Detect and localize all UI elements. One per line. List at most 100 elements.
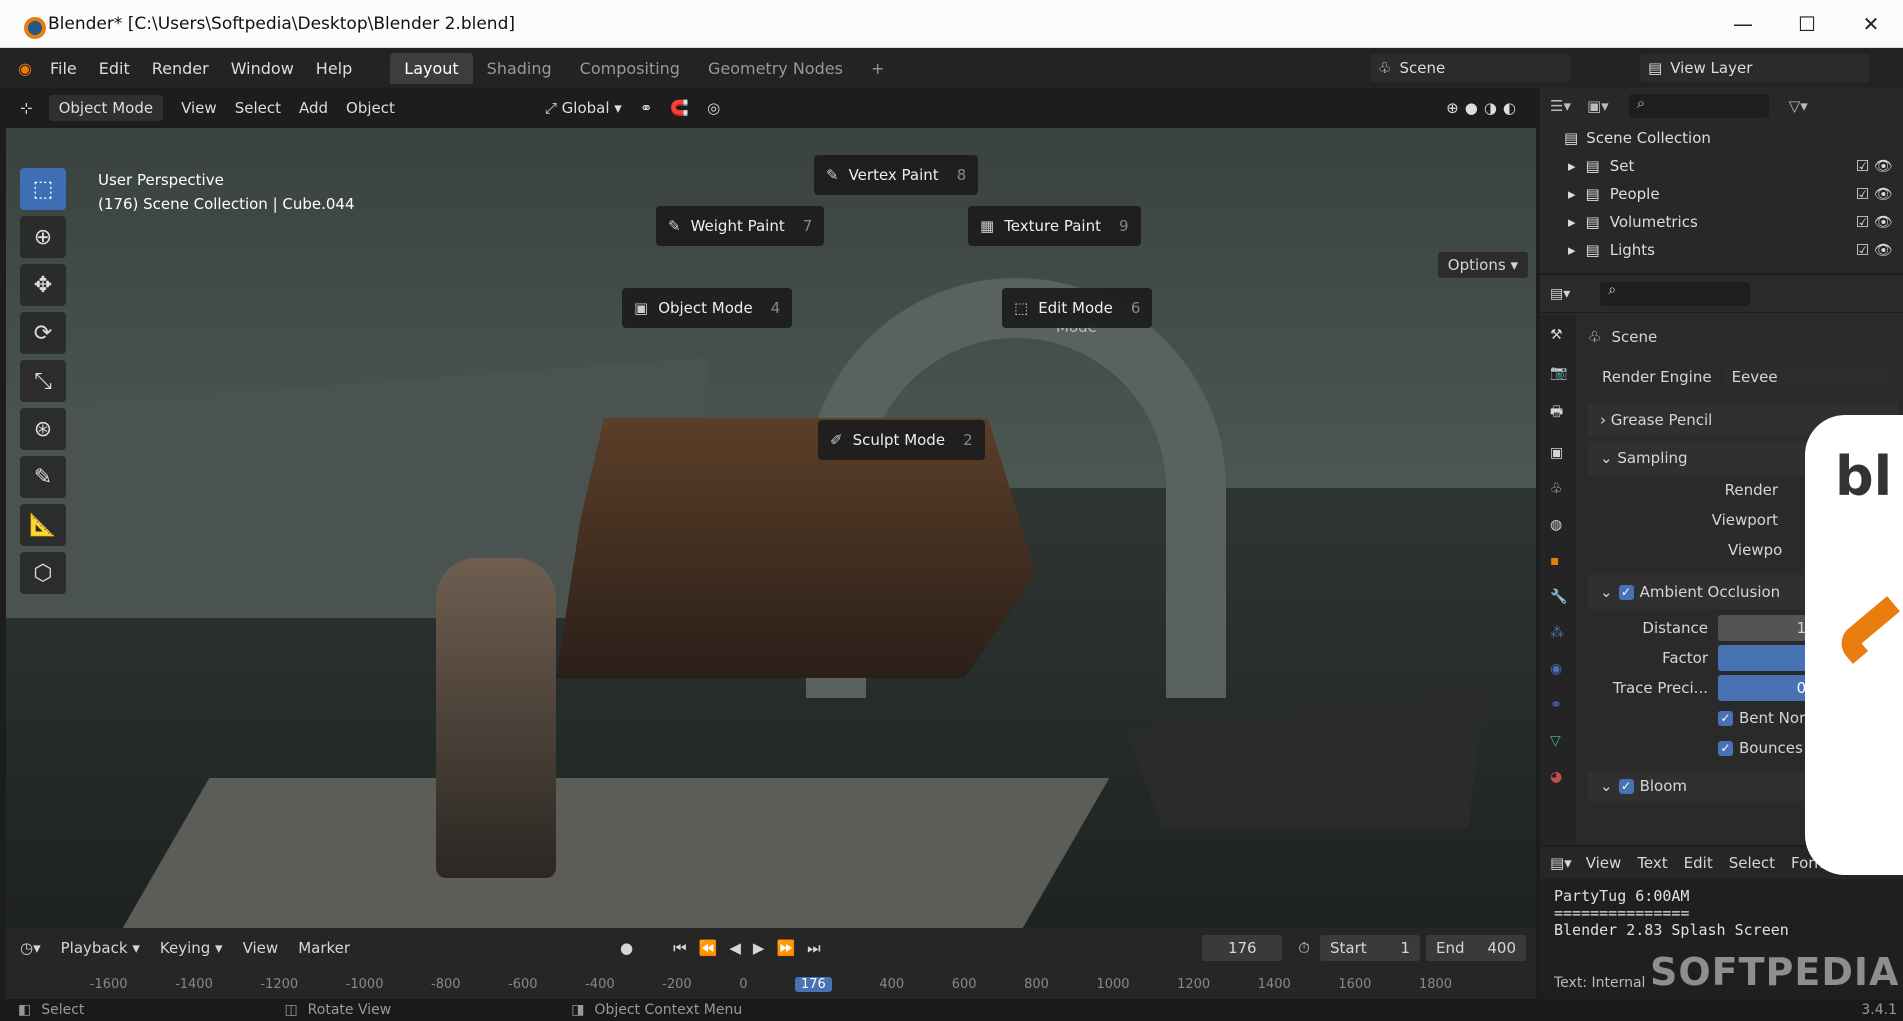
menu-file[interactable]: File [50, 59, 77, 78]
view-layer-selector[interactable]: ▤ View Layer [1640, 54, 1870, 82]
visibility-eye-icon[interactable]: ☑ 👁 [1856, 213, 1893, 231]
modifier-tab-icon[interactable]: 🔧 [1540, 579, 1576, 615]
tab-compositing[interactable]: Compositing [566, 53, 694, 84]
material-tab-icon[interactable]: ◕ [1540, 759, 1576, 795]
data-tab-icon[interactable]: ▽ [1540, 723, 1576, 759]
render-tab-icon[interactable]: 📷 [1540, 355, 1576, 391]
jump-start-icon[interactable]: ⏮ [673, 939, 699, 957]
physics-tab-icon[interactable]: ◉ [1540, 651, 1576, 687]
scale-tool-icon[interactable]: ⤡ [20, 360, 66, 402]
outliner-item-lights[interactable]: ▸ ▤ Lights ☑ 👁 [1540, 236, 1903, 264]
select-box-tool-icon[interactable]: ⬚ [20, 168, 66, 210]
close-button[interactable]: ✕ [1839, 0, 1903, 48]
transform-tool-icon[interactable]: ⊛ [20, 408, 66, 450]
record-icon[interactable]: ● [620, 939, 633, 957]
text-menu-view[interactable]: View [1586, 854, 1622, 872]
jump-end-icon[interactable]: ⏭ [807, 939, 833, 957]
menu-window[interactable]: Window [231, 59, 294, 78]
object-mode-dropdown[interactable]: Object Mode [48, 95, 164, 121]
viewport-menu-object[interactable]: Object [346, 99, 395, 117]
text-menu-edit[interactable]: Edit [1684, 854, 1713, 872]
pie-sculpt-mode[interactable]: ✐ Sculpt Mode 2 [818, 420, 985, 460]
tab-layout[interactable]: Layout [390, 52, 473, 84]
menu-render[interactable]: Render [152, 59, 209, 78]
measure-tool-icon[interactable]: 📐 [20, 504, 66, 546]
current-frame-field[interactable]: 176 [1202, 935, 1283, 961]
blender-menu-icon[interactable]: ◉ [18, 59, 32, 78]
outliner-search-icon[interactable]: ⌕ [1628, 94, 1769, 118]
end-frame-field[interactable]: End 400 [1426, 935, 1526, 961]
bloom-checkbox[interactable]: ✓ [1618, 778, 1634, 794]
wireframe-shading-icon[interactable]: ⊕ [1446, 99, 1465, 117]
snap-icon[interactable]: 🧲 [670, 99, 689, 117]
playhead[interactable]: 176 [795, 976, 832, 992]
outliner-item-volumetrics[interactable]: ▸ ▤ Volumetrics ☑ 👁 [1540, 208, 1903, 236]
timeline-editor-icon[interactable]: ◷▾ [20, 939, 41, 957]
output-tab-icon[interactable]: 🖶 [1540, 391, 1576, 435]
start-frame-field[interactable]: Start 1 [1320, 935, 1420, 961]
play-icon[interactable]: ▶ [753, 939, 777, 957]
pivot-icon[interactable]: ⚭ [640, 99, 653, 117]
menu-edit[interactable]: Edit [99, 59, 130, 78]
world-tab-icon[interactable]: ◍ [1540, 507, 1576, 543]
move-tool-icon[interactable]: ✥ [20, 264, 66, 306]
bent-normals-checkbox[interactable]: ✓ [1718, 710, 1733, 726]
rendered-shading-icon[interactable]: ◐ [1503, 99, 1522, 117]
minimize-button[interactable]: — [1711, 0, 1775, 48]
viewport-menu-select[interactable]: Select [235, 99, 281, 117]
properties-search-icon[interactable]: ⌕ [1600, 281, 1751, 306]
tab-geometry-nodes[interactable]: Geometry Nodes [694, 53, 857, 84]
outliner-item-set[interactable]: ▸ ▤ Set ☑ 👁 [1540, 152, 1903, 180]
proportional-edit-icon[interactable]: ◎ [707, 99, 720, 117]
maximize-button[interactable]: ☐ [1775, 0, 1839, 48]
add-cube-tool-icon[interactable]: ⬡ [20, 552, 66, 594]
add-workspace-button[interactable]: + [857, 53, 898, 84]
editor-type-icon[interactable]: ⊹ [20, 99, 33, 117]
outliner-item-people[interactable]: ▸ ▤ People ☑ 👁 [1540, 180, 1903, 208]
3d-viewport[interactable]: User Perspective (176) Scene Collection … [6, 128, 1536, 928]
timeline-view-menu[interactable]: View [243, 939, 279, 957]
text-content[interactable]: PartyTug 6:00AM =============== Blender … [1540, 879, 1903, 947]
annotate-tool-icon[interactable]: ✎ [20, 456, 66, 498]
filter-view-icon[interactable]: ▣▾ [1587, 97, 1609, 115]
constraints-tab-icon[interactable]: ⚭ [1540, 687, 1576, 723]
pie-texture-paint[interactable]: ▦ Texture Paint 9 [968, 206, 1141, 246]
render-engine-dropdown[interactable]: Eevee [1723, 364, 1894, 390]
particles-tab-icon[interactable]: ⁂ [1540, 615, 1576, 651]
object-tab-icon[interactable]: ▪ [1540, 543, 1576, 579]
display-mode-icon[interactable]: ☰▾ [1550, 97, 1571, 115]
solid-shading-icon[interactable]: ● [1465, 99, 1484, 117]
next-keyframe-icon[interactable]: ⏩ [776, 939, 807, 957]
play-reverse-icon[interactable]: ◀ [729, 939, 753, 957]
view-layer-tab-icon[interactable]: ▣ [1540, 435, 1576, 471]
marker-menu[interactable]: Marker [298, 939, 350, 957]
viewport-menu-view[interactable]: View [181, 99, 217, 117]
text-menu-text[interactable]: Text [1637, 854, 1667, 872]
timeline-ruler[interactable]: -1600 -1400 -1200 -1000 -800 -600 -400 -200 0 17… [6, 968, 1536, 1000]
visibility-eye-icon[interactable]: ☑ 👁 [1856, 157, 1893, 175]
filter-icon[interactable]: ▽▾ [1789, 97, 1808, 115]
transform-orientation-dropdown[interactable]: ⤢ Global ▾ [545, 99, 622, 117]
pie-weight-paint[interactable]: ✎ Weight Paint 7 [656, 206, 825, 246]
keying-menu[interactable]: Keying ▾ [160, 939, 223, 957]
text-editor-icon[interactable]: ▤▾ [1550, 854, 1572, 872]
prev-keyframe-icon[interactable]: ⏪ [699, 939, 730, 957]
bounces-checkbox[interactable]: ✓ [1718, 740, 1733, 756]
ao-checkbox[interactable]: ✓ [1618, 584, 1634, 600]
material-shading-icon[interactable]: ◑ [1484, 99, 1503, 117]
viewport-menu-add[interactable]: Add [299, 99, 328, 117]
rotate-tool-icon[interactable]: ⟳ [20, 312, 66, 354]
properties-editor-icon[interactable]: ▤▾ [1550, 286, 1570, 302]
outliner-root[interactable]: ▤ Scene Collection [1540, 124, 1903, 152]
tool-tab-icon[interactable]: ⚒ [1540, 315, 1576, 355]
preview-range-icon[interactable]: ⏱ [1298, 939, 1310, 957]
tab-shading[interactable]: Shading [473, 53, 566, 84]
text-menu-select[interactable]: Select [1729, 854, 1775, 872]
scene-tab-icon[interactable]: ♧ [1540, 471, 1576, 507]
visibility-eye-icon[interactable]: ☑ 👁 [1856, 185, 1893, 203]
scene-selector[interactable]: ♧ Scene [1370, 54, 1570, 82]
menu-help[interactable]: Help [316, 59, 352, 78]
cursor-tool-icon[interactable]: ⊕ [20, 216, 66, 258]
pie-edit-mode[interactable]: ⬚ Edit Mode 6 [1002, 288, 1153, 328]
options-dropdown[interactable]: Options ▾ [1437, 252, 1528, 278]
